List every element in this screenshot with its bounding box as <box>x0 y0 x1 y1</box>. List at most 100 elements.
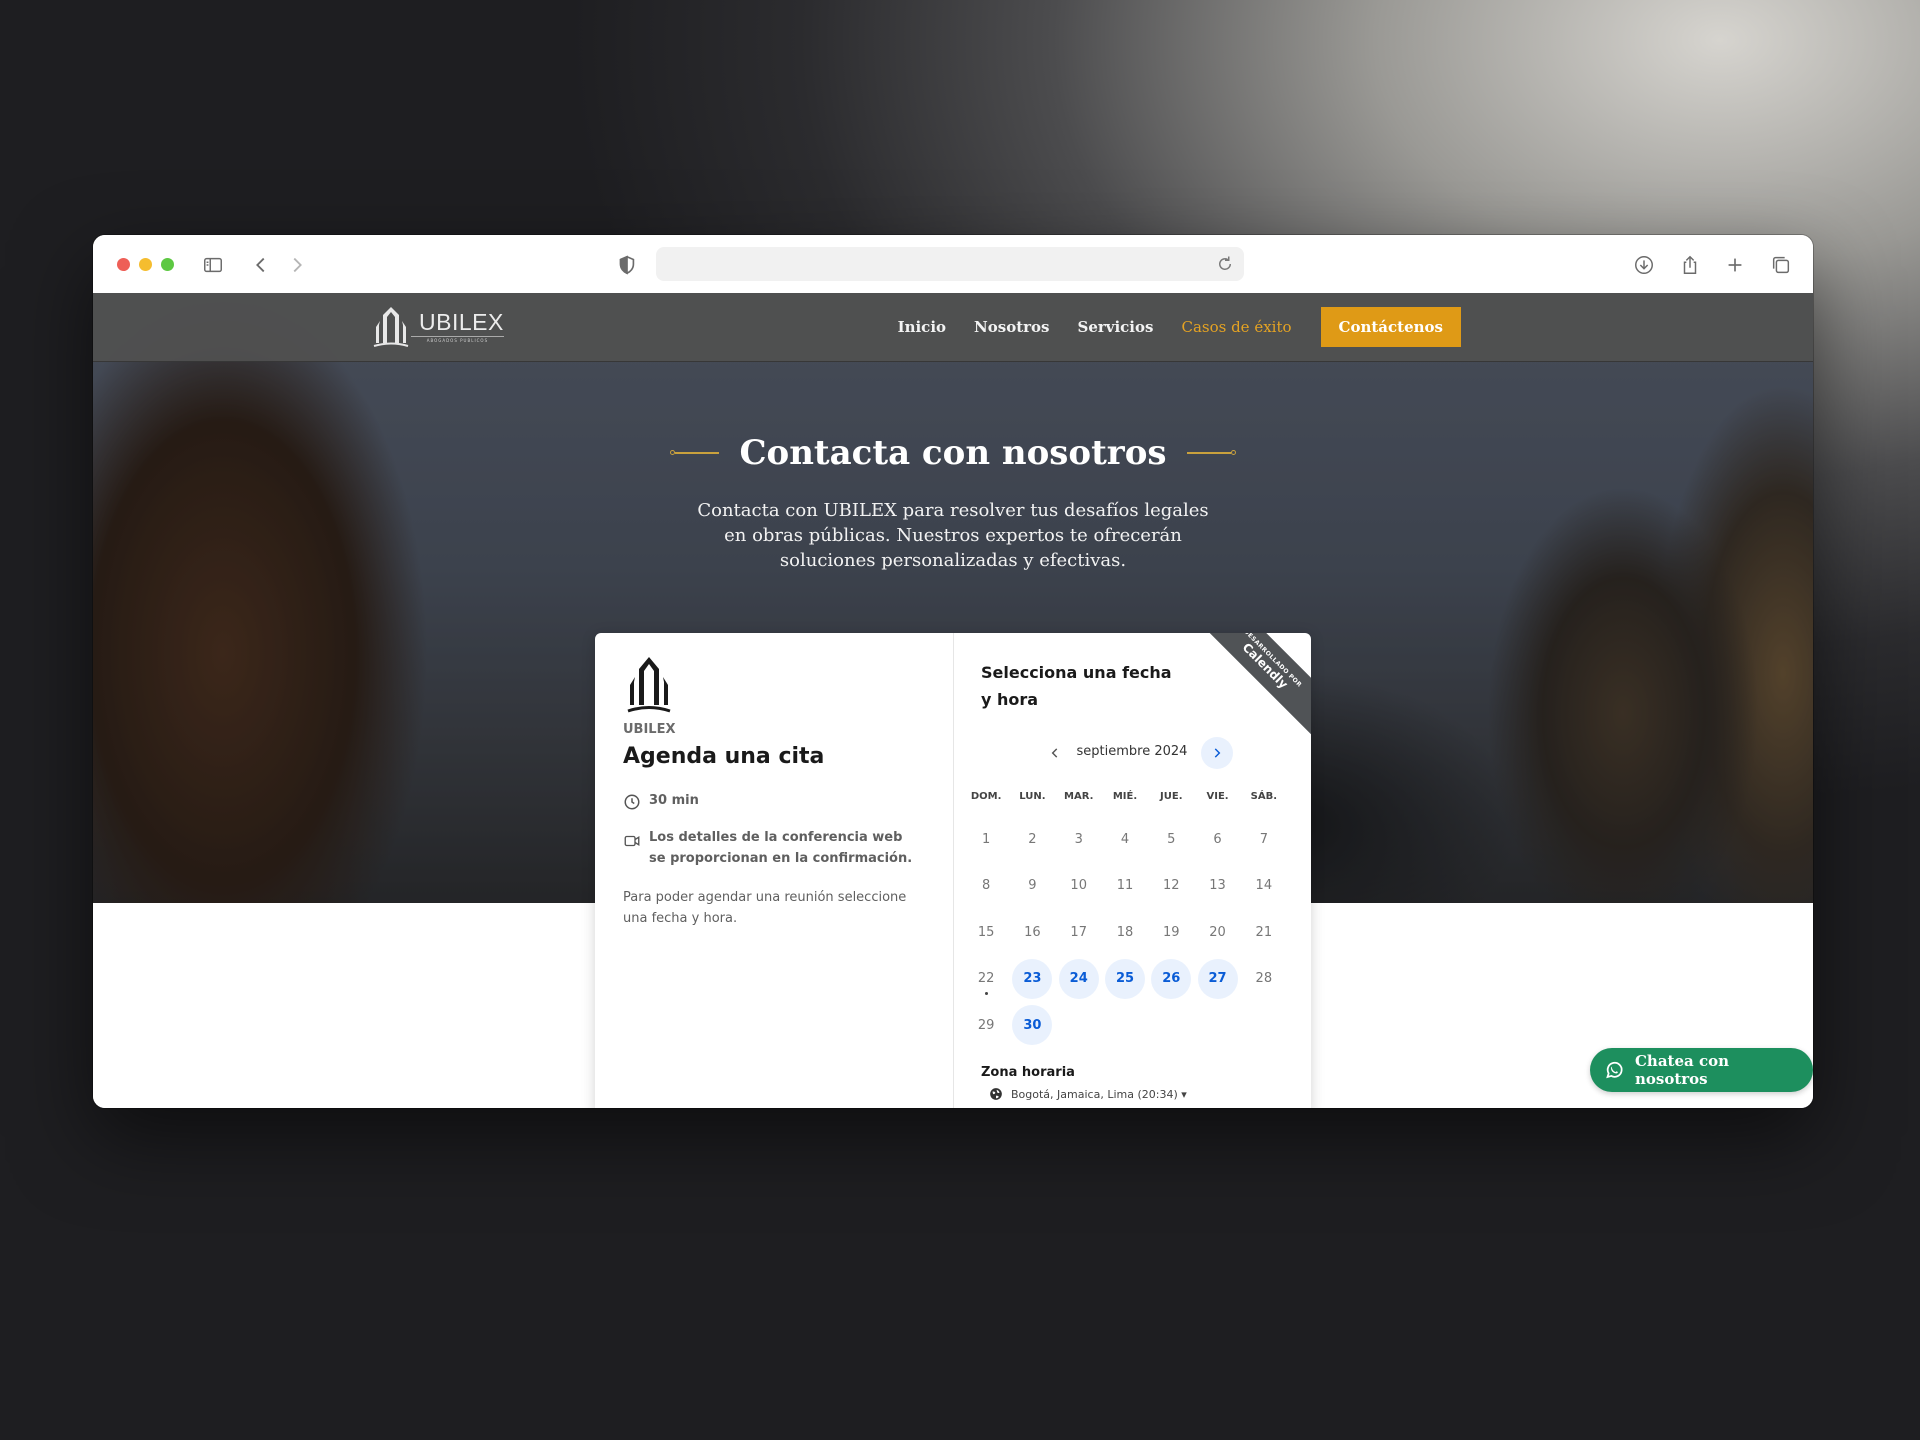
calendar-day-21: 21 <box>1241 912 1287 952</box>
day-number: 13 <box>1209 878 1226 894</box>
day-number: 9 <box>1028 878 1037 894</box>
site-navbar: UBILEX ABOGADOS PUBLICOS Inicio Nosotros… <box>93 293 1813 362</box>
day-number: 5 <box>1167 831 1176 847</box>
calendar-day-8: 8 <box>963 866 1009 906</box>
day-number: 20 <box>1209 924 1226 940</box>
share-icon[interactable] <box>1677 252 1703 278</box>
contact-cta-button[interactable]: Contáctenos <box>1320 307 1461 347</box>
calendar-day-6: 6 <box>1194 819 1240 859</box>
calendar-empty-cell <box>1056 1005 1102 1045</box>
title-ornament-left <box>670 450 720 455</box>
calendar-week-row: 29 30 <box>963 1002 1287 1049</box>
next-month-button[interactable] <box>1201 737 1233 769</box>
nav-link-nosotros[interactable]: Nosotros <box>974 318 1049 336</box>
calendar-empty-cell <box>1241 1005 1287 1045</box>
download-icon[interactable] <box>1631 252 1657 278</box>
nav-link-inicio[interactable]: Inicio <box>898 318 946 336</box>
available-day-25[interactable]: 25 <box>1102 958 1148 999</box>
day-number: 2 <box>1028 831 1037 847</box>
browser-window: UBILEX ABOGADOS PUBLICOS Inicio Nosotros… <box>93 235 1813 1108</box>
day-number: 1 <box>982 831 991 847</box>
calendar-day-19: 19 <box>1148 912 1194 952</box>
tab-overview-icon[interactable] <box>1768 252 1794 278</box>
powered-by-calendly-badge[interactable]: DESARROLLADO POR Calendly <box>1193 633 1311 738</box>
weekday-label: DOM. <box>970 791 1002 802</box>
calendar-day-11: 11 <box>1102 866 1148 906</box>
calendar-week-row: 15 16 17 18 19 20 21 <box>963 909 1287 956</box>
event-duration: 30 min <box>623 793 699 811</box>
day-number: 11 <box>1116 878 1134 894</box>
whatsapp-chat-button[interactable]: Chatea con nosotros <box>1590 1048 1813 1092</box>
duration-text: 30 min <box>649 793 699 808</box>
chat-button-label: Chatea con nosotros <box>1634 1052 1730 1088</box>
day-number: 21 <box>1255 924 1273 940</box>
video-camera-icon <box>624 835 640 847</box>
chevron-right-icon <box>1214 748 1221 758</box>
day-number: 19 <box>1162 924 1180 940</box>
sidebar-toggle-icon[interactable] <box>200 252 226 278</box>
address-bar[interactable] <box>656 247 1244 281</box>
timezone-selector[interactable]: Bogotá, Jamaica, Lima (20:34) ▾ <box>989 1087 1187 1101</box>
available-day-24[interactable]: 24 <box>1056 958 1102 999</box>
calendar-day-1: 1 <box>963 819 1009 859</box>
logo-text: UBILEX <box>419 309 504 335</box>
calendar-day-9: 9 <box>1009 866 1055 906</box>
calendar-empty-cell <box>1194 1005 1240 1045</box>
day-number: 23 <box>1012 958 1053 999</box>
day-number <box>1105 1005 1145 1045</box>
available-day-30[interactable]: 30 <box>1009 1005 1055 1046</box>
conference-details: Los detalles de la conferencia web se pr… <box>623 827 923 869</box>
calendar-day-20: 20 <box>1194 912 1240 952</box>
day-number: 10 <box>1070 878 1087 894</box>
month-navigator: septiembre 2024 <box>953 736 1311 770</box>
nav-link-servicios[interactable]: Servicios <box>1077 318 1153 336</box>
day-number <box>1059 1005 1099 1045</box>
minimize-window-button[interactable] <box>139 258 152 271</box>
available-day-27[interactable]: 27 <box>1194 958 1240 999</box>
whatsapp-icon <box>1606 1061 1623 1079</box>
zoom-window-button[interactable] <box>161 258 174 271</box>
day-number: 15 <box>977 924 995 940</box>
select-date-title: Selecciona una fecha y hora <box>981 663 1172 709</box>
day-number: 12 <box>1162 878 1180 894</box>
calendar-day-7: 7 <box>1241 819 1287 859</box>
privacy-shield-icon[interactable] <box>614 252 640 278</box>
calendar-week-row: 1 2 3 4 5 6 7 <box>963 816 1287 863</box>
day-number: 24 <box>1058 958 1099 999</box>
new-tab-icon[interactable] <box>1722 252 1748 278</box>
available-day-23[interactable]: 23 <box>1009 958 1055 999</box>
day-number <box>1198 1005 1238 1045</box>
day-number <box>1244 1005 1284 1045</box>
day-number: 14 <box>1255 878 1273 894</box>
browser-toolbar <box>93 235 1813 294</box>
timezone-label: Zona horaria <box>981 1065 1075 1080</box>
calendar-day-14: 14 <box>1241 866 1287 906</box>
globe-icon <box>990 1088 1002 1100</box>
chevron-left-icon <box>1051 748 1058 758</box>
day-number: 28 <box>1255 971 1273 987</box>
close-window-button[interactable] <box>117 258 130 271</box>
calendar-day-15: 15 <box>963 912 1009 952</box>
calendar-week-row: 8 9 10 11 12 13 14 <box>963 863 1287 910</box>
calendar-day-10: 10 <box>1056 866 1102 906</box>
back-arrow-icon[interactable] <box>248 252 274 278</box>
calendar-empty-cell <box>1148 1005 1194 1045</box>
available-day-26[interactable]: 26 <box>1148 958 1194 999</box>
day-number: 30 <box>1012 1005 1053 1046</box>
title-ornament-right <box>1186 450 1236 455</box>
weekday-label: VIE. <box>1206 791 1229 802</box>
calendar-week-row: 22 23 24 25 26 27 28 <box>963 956 1287 1003</box>
nav-link-casos-de-exito[interactable]: Casos de éxito <box>1181 318 1291 336</box>
calendar-day-12: 12 <box>1148 866 1194 906</box>
previous-month-button[interactable] <box>1039 737 1071 769</box>
site-logo[interactable]: UBILEX ABOGADOS PUBLICOS <box>371 304 504 350</box>
ubilex-logo-icon <box>373 307 409 347</box>
calendar-day-28: 28 <box>1241 959 1287 999</box>
forward-arrow-icon[interactable] <box>284 252 310 278</box>
weekday-label: MAR. <box>1064 791 1094 802</box>
webpage: UBILEX ABOGADOS PUBLICOS Inicio Nosotros… <box>93 293 1813 1108</box>
calendar-day-18: 18 <box>1102 912 1148 952</box>
calendar-grid: 1 2 3 4 5 6 7 8 9 10 11 12 13 14 15 16 17 18 19 20 21 22 23 24 2… <box>963 816 1287 1049</box>
clock-icon <box>624 794 640 810</box>
reload-icon[interactable] <box>1216 255 1234 273</box>
